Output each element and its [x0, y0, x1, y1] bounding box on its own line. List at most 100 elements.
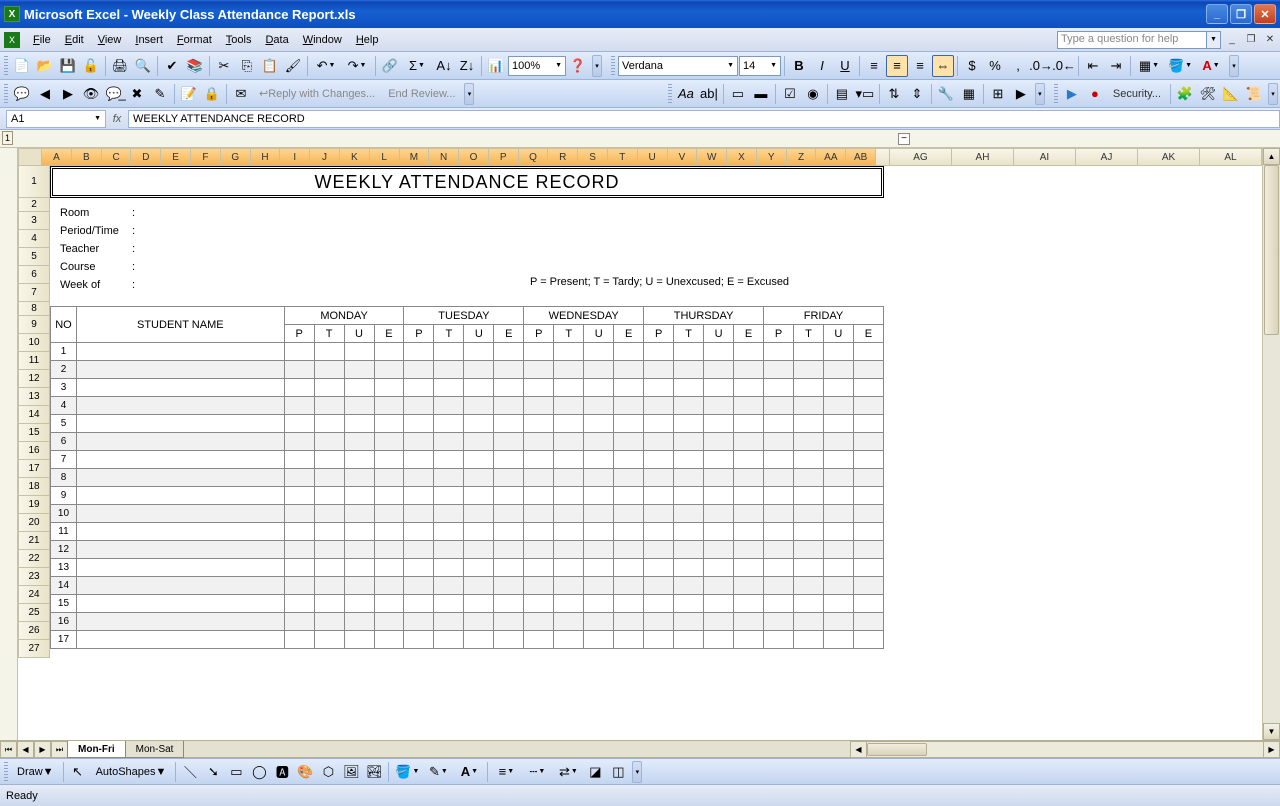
- cell-attendance[interactable]: [464, 523, 494, 541]
- cell-attendance[interactable]: [344, 451, 374, 469]
- toolbar-options[interactable]: ▾: [1035, 83, 1045, 105]
- option-control-button[interactable]: ◉: [802, 83, 824, 105]
- cell-attendance[interactable]: [704, 613, 734, 631]
- cell-no[interactable]: 8: [51, 469, 77, 487]
- redo-button[interactable]: ↷▼: [342, 55, 372, 77]
- cell-attendance[interactable]: [584, 379, 614, 397]
- column-header[interactable]: H: [251, 148, 281, 166]
- cell-attendance[interactable]: [823, 559, 853, 577]
- design-mode-button[interactable]: 📐: [1220, 83, 1242, 105]
- row-header[interactable]: 16: [18, 442, 50, 460]
- checkbox-control-button[interactable]: ☑: [779, 83, 801, 105]
- label-control-button[interactable]: Aa: [675, 83, 697, 105]
- cell-no[interactable]: 2: [51, 361, 77, 379]
- cell-attendance[interactable]: [823, 469, 853, 487]
- cell-attendance[interactable]: [644, 343, 674, 361]
- cell-attendance[interactable]: [734, 433, 764, 451]
- toolbar-grip[interactable]: [4, 84, 8, 104]
- menu-format[interactable]: Format: [170, 32, 219, 48]
- cell-attendance[interactable]: [554, 541, 584, 559]
- cell-attendance[interactable]: [793, 577, 823, 595]
- cell-attendance[interactable]: [494, 577, 524, 595]
- cell-attendance[interactable]: [823, 451, 853, 469]
- cell-no[interactable]: 16: [51, 613, 77, 631]
- autosum-button[interactable]: Σ▼: [402, 55, 432, 77]
- column-header[interactable]: I: [280, 148, 310, 166]
- toolbar-grip[interactable]: [4, 56, 8, 76]
- fx-icon[interactable]: fx: [106, 113, 128, 125]
- fill-color-button[interactable]: 🪣▼: [1165, 55, 1195, 77]
- cell-attendance[interactable]: [404, 433, 434, 451]
- cell-student-name[interactable]: [76, 487, 284, 505]
- zoom-combo[interactable]: 100%▼: [508, 56, 566, 76]
- cell-attendance[interactable]: [853, 541, 883, 559]
- undo-button[interactable]: ↶▼: [311, 55, 341, 77]
- cell-attendance[interactable]: [644, 559, 674, 577]
- cell-attendance[interactable]: [734, 541, 764, 559]
- cell-attendance[interactable]: [404, 523, 434, 541]
- cell-attendance[interactable]: [374, 361, 404, 379]
- cell-attendance[interactable]: [614, 397, 644, 415]
- row-header[interactable]: 23: [18, 568, 50, 586]
- cell-attendance[interactable]: [584, 361, 614, 379]
- cell-attendance[interactable]: [404, 559, 434, 577]
- cell-attendance[interactable]: [494, 343, 524, 361]
- cell-attendance[interactable]: [374, 613, 404, 631]
- cell-attendance[interactable]: [644, 523, 674, 541]
- clipart-tool[interactable]: 🖼: [340, 761, 362, 783]
- cell-attendance[interactable]: [644, 415, 674, 433]
- cell-attendance[interactable]: [674, 505, 704, 523]
- column-header[interactable]: K: [340, 148, 370, 166]
- cell-attendance[interactable]: [853, 379, 883, 397]
- cell-attendance[interactable]: [524, 469, 554, 487]
- cell-attendance[interactable]: [764, 361, 794, 379]
- cell-attendance[interactable]: [584, 559, 614, 577]
- cell-attendance[interactable]: [524, 577, 554, 595]
- vba-editor-button[interactable]: 🧩: [1174, 83, 1196, 105]
- increase-indent-button[interactable]: ⇥: [1105, 55, 1127, 77]
- cell-attendance[interactable]: [404, 379, 434, 397]
- cell-student-name[interactable]: [76, 469, 284, 487]
- row-header[interactable]: 7: [18, 284, 50, 302]
- cell-attendance[interactable]: [614, 559, 644, 577]
- autoshapes-menu[interactable]: AutoShapes ▼: [90, 762, 173, 782]
- comma-button[interactable]: ,: [1007, 55, 1029, 77]
- arrow-tool[interactable]: ➘: [202, 761, 224, 783]
- cell-attendance[interactable]: [314, 451, 344, 469]
- cell-attendance[interactable]: [734, 559, 764, 577]
- cell-attendance[interactable]: [374, 469, 404, 487]
- cell-attendance[interactable]: [314, 595, 344, 613]
- decrease-indent-button[interactable]: ⇤: [1082, 55, 1104, 77]
- doc-close-button[interactable]: ✕: [1262, 33, 1278, 47]
- cell-student-name[interactable]: [76, 577, 284, 595]
- cell-attendance[interactable]: [764, 631, 794, 649]
- cell-attendance[interactable]: [464, 559, 494, 577]
- doc-restore-button[interactable]: ❐: [1243, 33, 1259, 47]
- cell-attendance[interactable]: [614, 523, 644, 541]
- cell-attendance[interactable]: [853, 343, 883, 361]
- column-header[interactable]: N: [429, 148, 459, 166]
- cell-attendance[interactable]: [644, 361, 674, 379]
- cell-attendance[interactable]: [823, 631, 853, 649]
- cell-attendance[interactable]: [464, 343, 494, 361]
- groupbox-control-button[interactable]: ▭: [727, 83, 749, 105]
- column-header[interactable]: U: [638, 148, 668, 166]
- cell-attendance[interactable]: [614, 343, 644, 361]
- cell-attendance[interactable]: [674, 379, 704, 397]
- column-header[interactable]: R: [548, 148, 578, 166]
- cell-attendance[interactable]: [584, 487, 614, 505]
- select-all-button[interactable]: [18, 148, 42, 166]
- cell-attendance[interactable]: [644, 631, 674, 649]
- outline-collapse-button[interactable]: −: [898, 133, 910, 145]
- show-ink-button[interactable]: ✎: [149, 83, 171, 105]
- cell-attendance[interactable]: [374, 343, 404, 361]
- column-header[interactable]: O: [459, 148, 489, 166]
- cell-attendance[interactable]: [584, 505, 614, 523]
- tab-nav-last[interactable]: ⏭: [51, 741, 68, 758]
- help-button[interactable]: ❓: [567, 55, 589, 77]
- cell-attendance[interactable]: [524, 487, 554, 505]
- shadow-tool[interactable]: ◪: [584, 761, 606, 783]
- combo-control-button[interactable]: ▾▭: [854, 83, 876, 105]
- cell-attendance[interactable]: [644, 577, 674, 595]
- cell-attendance[interactable]: [554, 415, 584, 433]
